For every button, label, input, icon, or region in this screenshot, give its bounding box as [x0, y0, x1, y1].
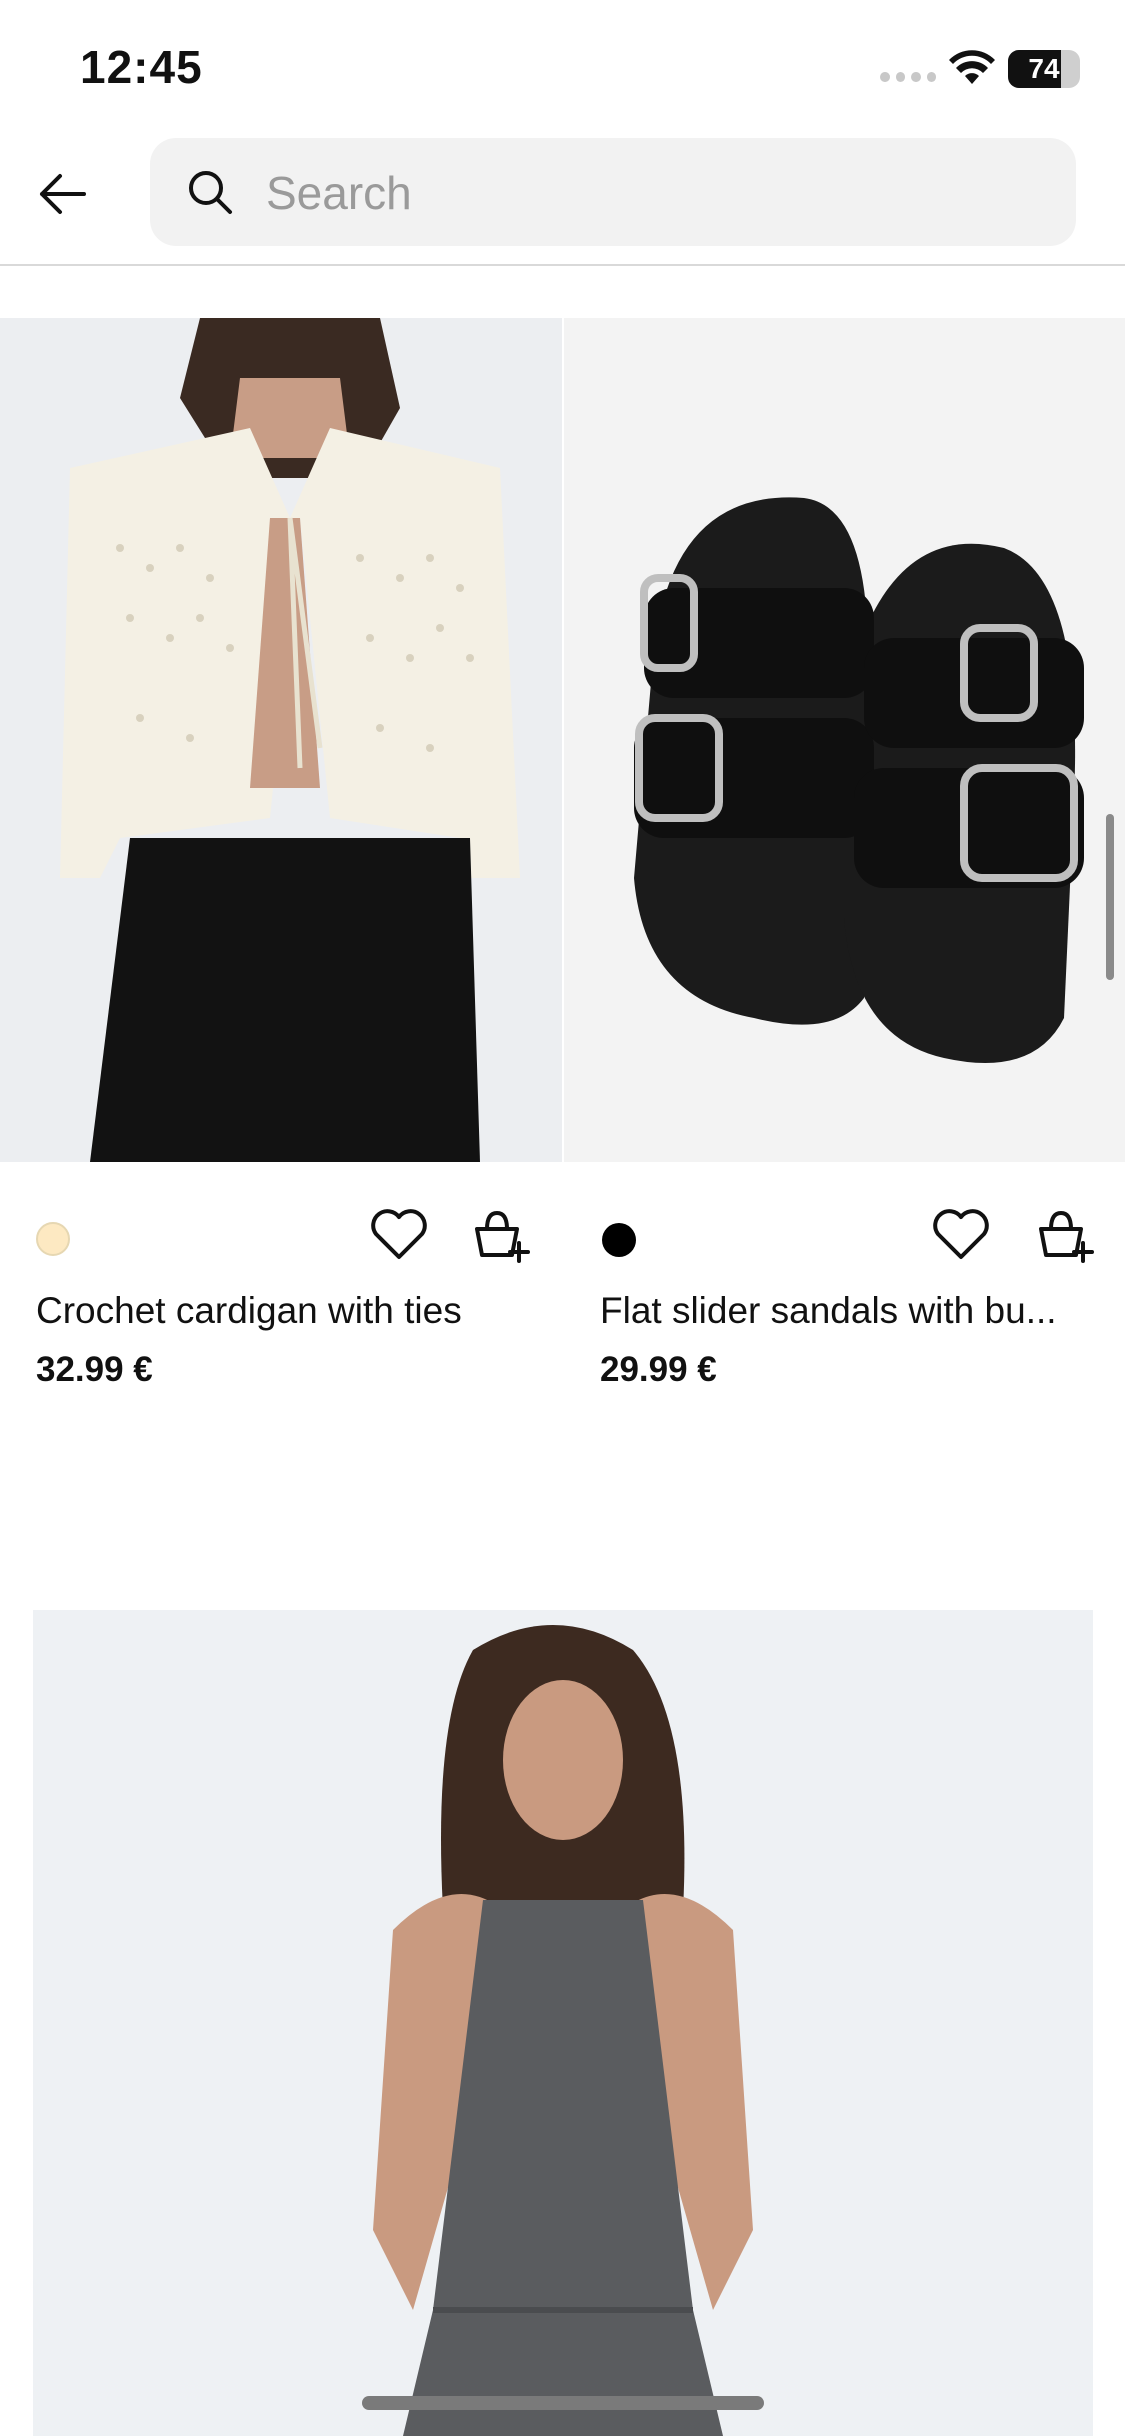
search-icon	[189, 171, 232, 214]
battery-icon: 74	[1008, 50, 1080, 88]
heart-icon	[933, 1209, 989, 1259]
product-price: 29.99 €	[600, 1350, 717, 1389]
product-image-sandals[interactable]	[564, 318, 1125, 1162]
wifi-icon	[949, 50, 995, 84]
cart-plus-icon	[475, 1210, 530, 1263]
product-name[interactable]: Crochet cardigan with ties	[36, 1290, 536, 1332]
battery-level: 74	[1028, 53, 1060, 84]
search-bar[interactable]	[150, 138, 1076, 246]
product-image-dress[interactable]	[33, 1610, 1093, 2436]
favorite-button[interactable]	[368, 1204, 430, 1266]
product-name[interactable]: Flat slider sandals with bu...	[600, 1290, 1090, 1332]
arrow-left-icon	[40, 174, 86, 214]
search-header	[0, 130, 1125, 266]
sandals-photo	[564, 318, 1125, 1162]
add-to-cart-button[interactable]	[1034, 1204, 1096, 1266]
dress-photo	[33, 1610, 1093, 2436]
product-image-cardigan[interactable]	[0, 318, 562, 1162]
product-price: 32.99 €	[36, 1350, 153, 1389]
cart-plus-icon	[1039, 1210, 1094, 1263]
cellular-signal-icon	[880, 72, 936, 84]
scrollbar[interactable]	[1106, 814, 1114, 980]
cardigan-photo	[0, 318, 562, 1162]
favorite-button[interactable]	[930, 1204, 992, 1266]
home-indicator[interactable]	[362, 2396, 764, 2410]
search-input[interactable]	[264, 152, 1048, 234]
color-swatch-cream[interactable]	[36, 1222, 70, 1256]
status-time: 12:45	[80, 41, 203, 93]
add-to-cart-button[interactable]	[470, 1204, 532, 1266]
back-button[interactable]	[28, 160, 96, 228]
heart-icon	[371, 1209, 427, 1259]
status-bar: 12:45 74	[0, 0, 1125, 130]
color-swatch-black[interactable]	[602, 1223, 636, 1257]
